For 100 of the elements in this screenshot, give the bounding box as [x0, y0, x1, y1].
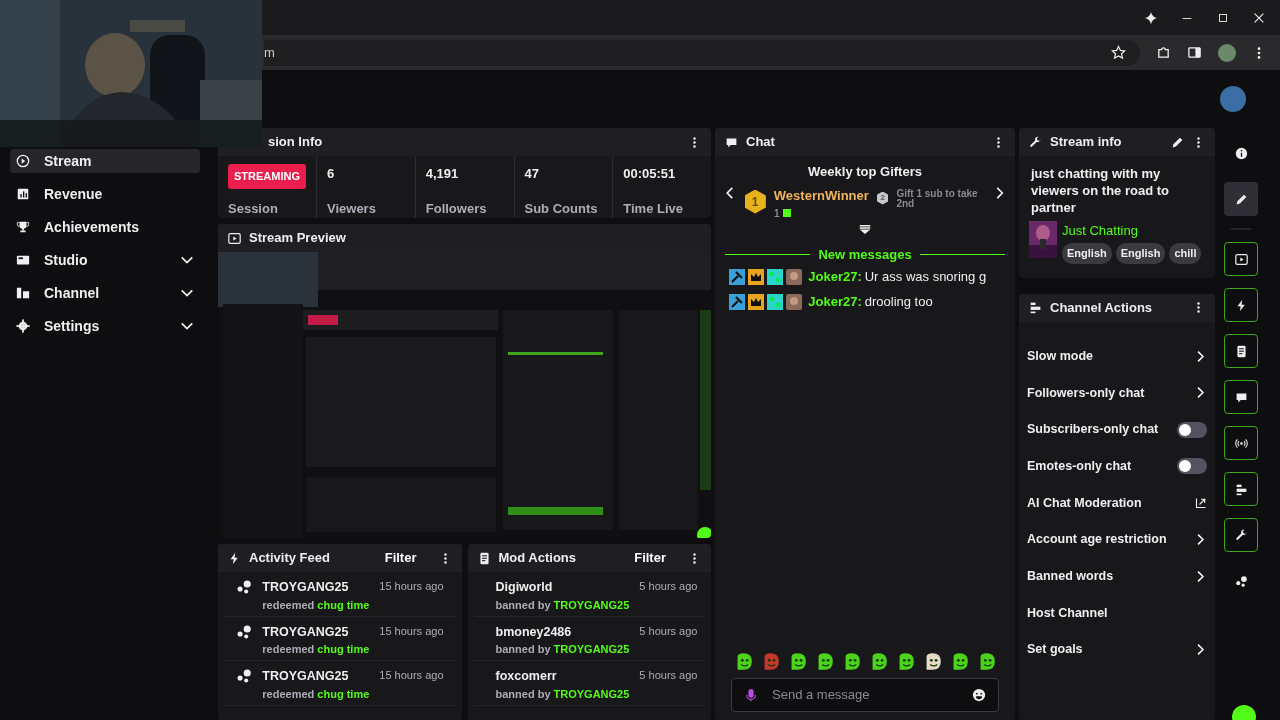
settings-icon [16, 319, 30, 333]
timestamp: 15 hours ago [379, 579, 444, 594]
tag[interactable]: English [1115, 243, 1166, 264]
panel-title: Chat [746, 133, 775, 152]
new-messages-label: New messages [818, 245, 912, 264]
panel-title: Activity Feed [249, 549, 330, 568]
profile-icon[interactable] [1218, 43, 1236, 62]
action-label[interactable]: Subscribers-only chat [1027, 420, 1159, 439]
stat-label: Followers [425, 199, 488, 218]
stack-icon [1029, 301, 1042, 315]
avatar-badge-icon [786, 268, 802, 285]
action-label[interactable]: AI Chat Moderation [1027, 493, 1142, 513]
sidebar-item[interactable]: Revenue [10, 182, 200, 206]
tag[interactable]: English [1062, 243, 1112, 264]
crown-badge-icon [748, 268, 764, 285]
stat-value: 4,191 [425, 165, 460, 183]
channel-icon [16, 286, 30, 300]
crown-badge-icon [748, 293, 764, 310]
activity-detail: redeemed chug time [262, 642, 370, 658]
chat-message: Ur ass was snoring g [864, 268, 987, 286]
panel-title: sion Info [268, 133, 323, 152]
message-input[interactable]: Send a message [770, 684, 960, 706]
action-label[interactable]: Account age restriction [1027, 530, 1167, 550]
star-icon[interactable] [1111, 45, 1126, 60]
message-field[interactable]: Send a message [731, 678, 999, 712]
wrench-icon [1029, 135, 1042, 149]
action-label[interactable]: Followers-only chat [1027, 383, 1145, 403]
panel-title: Stream info [1050, 133, 1122, 152]
activity-detail: banned by TROYGANG25 [495, 686, 630, 702]
category-link[interactable]: Just Chatting [1062, 220, 1202, 241]
toggle-switch[interactable] [1177, 421, 1207, 438]
wrench-button[interactable] [1224, 518, 1258, 552]
stack-icon [1234, 482, 1248, 496]
edit-button[interactable] [1224, 182, 1258, 216]
gift-icon [783, 209, 792, 218]
filter-button[interactable]: Filter [633, 547, 667, 569]
sparkle-icon[interactable] [1144, 10, 1158, 25]
bubbles-icon [236, 667, 253, 685]
timestamp: 15 hours ago [379, 623, 444, 639]
tag[interactable]: chill [1169, 243, 1202, 264]
user-name: TROYGANG25 [262, 623, 350, 641]
stat-value: 6 [327, 165, 336, 183]
emoji-icon[interactable] [972, 688, 986, 702]
studio-icon [16, 253, 30, 267]
stat-value: 00:05:51 [623, 165, 677, 183]
sidebar-item[interactable]: Stream [10, 149, 200, 173]
chat-username[interactable]: Joker27: [808, 267, 862, 287]
timestamp: 5 hours ago [639, 623, 698, 639]
screen-button[interactable] [1224, 242, 1258, 276]
action-label[interactable]: Banned words [1027, 567, 1114, 586]
filter-button[interactable]: Filter [383, 547, 418, 569]
activity-detail: banned by TROYGANG25 [495, 642, 630, 658]
stat-value: 47 [524, 165, 540, 183]
gifter-hint: Gift 1 sub to take 2nd [896, 188, 979, 210]
timestamp: 5 hours ago [639, 579, 698, 594]
grid-badge-icon [767, 293, 783, 310]
user-name: bmoney2486 [495, 623, 573, 641]
microphone-icon[interactable] [744, 687, 758, 703]
document-icon [477, 551, 491, 565]
puzzle-icon[interactable] [1156, 45, 1171, 60]
stat-label: Time Live [623, 199, 684, 218]
bubbles-icon [236, 622, 253, 641]
rank-badge: 2 [876, 191, 889, 205]
stat-label: Session [228, 199, 279, 218]
user-name: TROYGANG25 [262, 579, 350, 596]
stack-button[interactable] [1224, 472, 1258, 506]
chat-icon [1234, 390, 1248, 404]
side-panel-icon[interactable] [1187, 45, 1202, 60]
document-button[interactable] [1224, 334, 1258, 368]
chat-button[interactable] [1224, 380, 1258, 414]
document-icon [1234, 344, 1248, 358]
bolt-button[interactable] [1224, 288, 1258, 322]
toggle-switch[interactable] [1177, 458, 1207, 475]
collapse-icon[interactable] [858, 224, 872, 237]
gifter-name: WesternWinner [773, 186, 869, 205]
action-label[interactable]: Host Channel [1027, 603, 1108, 623]
broadcast-button[interactable] [1224, 426, 1258, 460]
chat-username[interactable]: Joker27: [808, 292, 862, 312]
stream-icon [16, 154, 30, 168]
sidebar-item[interactable]: Settings [10, 314, 200, 338]
panel-title: Channel Actions [1050, 299, 1153, 318]
gift-count: 1 [773, 206, 780, 221]
stat-label: Viewers [327, 199, 377, 218]
sidebar-item[interactable]: Channel [10, 281, 200, 305]
action-label[interactable]: Set goals [1027, 640, 1083, 660]
action-label[interactable]: Slow mode [1027, 346, 1093, 366]
sidebar-item[interactable]: Studio [10, 248, 200, 272]
stat-label: Sub Counts [524, 199, 599, 218]
edit-icon[interactable] [1171, 135, 1184, 149]
sidebar-item[interactable]: Achievements [10, 215, 200, 239]
address-bar[interactable]: m [264, 39, 1140, 66]
user-name: Digiworld [495, 579, 554, 596]
rank-badge: 1 [744, 189, 766, 214]
avatar-badge-icon [786, 293, 802, 310]
broadcast-icon [1234, 436, 1248, 450]
chat-icon [725, 135, 738, 149]
gifters-title: Weekly top Gifters [807, 163, 923, 181]
user-avatar[interactable] [1220, 86, 1246, 112]
external-link-icon[interactable] [1195, 497, 1207, 509]
action-label[interactable]: Emotes-only chat [1027, 456, 1132, 476]
